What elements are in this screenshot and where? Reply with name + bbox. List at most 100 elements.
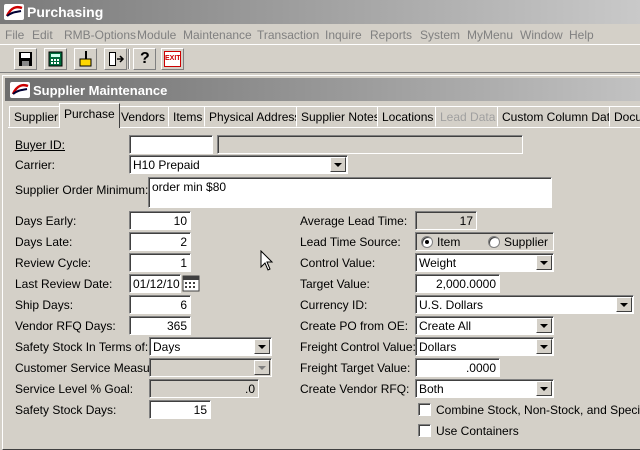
safety-stock-days-input[interactable]: 15 — [149, 400, 211, 419]
carrier-value: H10 Prepaid — [133, 158, 200, 172]
tab-vendors[interactable]: Vendors — [116, 106, 171, 127]
freight-control-value-value: Dollars — [419, 340, 457, 354]
freight-target-value-input[interactable]: .0000 — [415, 358, 500, 377]
menu-inquire[interactable]: Inquire — [325, 28, 362, 42]
chevron-down-icon[interactable] — [330, 157, 346, 172]
target-value-input[interactable]: 2,000.0000 — [415, 274, 500, 293]
combine-stock-checkbox[interactable] — [418, 403, 431, 416]
calendar-icon[interactable] — [182, 275, 200, 292]
window-title-bar: Supplier Maintenance — [5, 78, 640, 101]
days-early-input[interactable]: 10 — [129, 211, 191, 230]
exit-icon-label: EXIT — [165, 55, 181, 62]
menu-reports[interactable]: Reports — [370, 28, 412, 42]
calculator-button[interactable] — [44, 48, 67, 70]
create-po-from-oe-label: Create PO from OE: — [300, 319, 409, 333]
review-cycle-input[interactable]: 1 — [129, 253, 191, 272]
last-review-date-input[interactable]: 01/12/10 — [129, 274, 181, 293]
chevron-down-icon[interactable] — [254, 339, 270, 354]
currency-id-label: Currency ID: — [300, 298, 368, 312]
buyer-id-input[interactable] — [129, 135, 213, 154]
carrier-label: Carrier: — [15, 158, 56, 172]
buyer-id-label: Buyer ID: — [15, 138, 66, 152]
help-button[interactable]: ? — [133, 48, 156, 70]
lead-time-source-label: Lead Time Source: — [300, 235, 401, 249]
ship-days-input[interactable]: 6 — [129, 295, 191, 314]
average-lead-time-label: Average Lead Time: — [300, 214, 408, 228]
control-value-label: Control Value: — [300, 256, 376, 270]
currency-id-select[interactable]: U.S. Dollars — [415, 295, 634, 314]
review-cycle-label: Review Cycle: — [15, 256, 92, 270]
menu-module[interactable]: Module — [137, 28, 176, 42]
save-icon — [19, 52, 32, 66]
clear-icon — [79, 51, 92, 67]
exit-door-icon — [109, 52, 125, 66]
freight-target-value-label: Freight Target Value: — [300, 361, 411, 375]
tab-physical-address[interactable]: Physical Address — [204, 106, 306, 127]
days-late-label: Days Late: — [15, 235, 73, 249]
chevron-down-icon — [254, 360, 270, 375]
safety-stock-terms-select[interactable]: Days — [149, 337, 272, 356]
service-level-goal-input: .0 — [149, 379, 259, 398]
vendor-rfq-days-input[interactable]: 365 — [129, 316, 191, 335]
chevron-down-icon[interactable] — [536, 381, 552, 396]
use-containers-label: Use Containers — [436, 424, 519, 438]
create-po-from-oe-select[interactable]: Create All — [415, 316, 554, 335]
save-button[interactable] — [14, 48, 37, 70]
freight-control-value-select[interactable]: Dollars — [415, 337, 554, 356]
order-minimum-textarea[interactable]: order min $80 — [148, 177, 552, 208]
lead-time-source-supplier-label: Supplier — [504, 235, 549, 249]
vendor-rfq-days-label: Vendor RFQ Days: — [15, 319, 116, 333]
lead-time-source-item-radio[interactable] — [421, 236, 433, 248]
chevron-down-icon[interactable] — [536, 318, 552, 333]
tab-custom-column-data[interactable]: Custom Column Data — [497, 106, 622, 127]
create-vendor-rfq-select[interactable]: Both — [415, 379, 554, 398]
mouse-cursor-icon — [260, 250, 274, 271]
menu-bar: File Edit RMB-Options Module Maintenance… — [0, 24, 640, 45]
days-late-input[interactable]: 2 — [129, 232, 191, 251]
menu-rmb-options[interactable]: RMB-Options — [64, 28, 136, 42]
exit-icon: EXIT — [164, 51, 181, 67]
menu-transaction[interactable]: Transaction — [257, 28, 319, 42]
tab-purchase[interactable]: Purchase — [59, 103, 120, 128]
menu-maintenance[interactable]: Maintenance — [183, 28, 252, 42]
lead-time-source-item-label: Item — [437, 235, 461, 249]
create-vendor-rfq-value: Both — [419, 382, 444, 396]
exit-button[interactable]: EXIT — [161, 48, 184, 70]
tab-documents[interactable]: Docu — [609, 106, 640, 127]
last-review-date-label: Last Review Date: — [15, 277, 113, 291]
menu-mymenu[interactable]: MyMenu — [467, 28, 513, 42]
tab-items[interactable]: Items — [168, 106, 208, 127]
menu-window[interactable]: Window — [520, 28, 563, 42]
freight-control-value-label: Freight Control Value: — [300, 340, 416, 354]
safety-stock-terms-value: Days — [153, 340, 181, 354]
tab-locations[interactable]: Locations — [377, 106, 439, 127]
app-title-bar: Purchasing — [0, 0, 640, 24]
average-lead-time-field: 17 — [415, 211, 477, 230]
chevron-down-icon[interactable] — [536, 339, 552, 354]
create-po-from-oe-value: Create All — [419, 319, 472, 333]
service-level-goal-label: Service Level % Goal: — [15, 382, 134, 396]
chevron-down-icon[interactable] — [536, 255, 552, 270]
window-logo-icon — [10, 82, 30, 98]
toolbar: ? EXIT — [0, 46, 640, 73]
clear-button[interactable] — [74, 48, 97, 70]
menu-system[interactable]: System — [420, 28, 460, 42]
buyer-name-field — [217, 135, 523, 154]
ship-days-label: Ship Days: — [15, 298, 74, 312]
control-value-select[interactable]: Weight — [415, 253, 554, 272]
menu-file[interactable]: File — [5, 28, 24, 42]
use-containers-checkbox[interactable] — [418, 424, 431, 437]
carrier-select[interactable]: H10 Prepaid — [129, 155, 348, 174]
chevron-down-icon[interactable] — [616, 297, 632, 312]
target-value-label: Target Value: — [300, 277, 370, 291]
tab-supplier[interactable]: Supplier — [9, 106, 64, 127]
customer-service-measure-label: Customer Service Measure: — [15, 361, 164, 375]
menu-help[interactable]: Help — [569, 28, 594, 42]
window-title: Supplier Maintenance — [33, 83, 168, 98]
exit-door-button[interactable] — [104, 48, 127, 70]
app-logo-icon — [4, 4, 24, 20]
tab-supplier-notes[interactable]: Supplier Notes — [296, 106, 385, 127]
lead-time-source-supplier-radio[interactable] — [488, 236, 500, 248]
menu-edit[interactable]: Edit — [32, 28, 53, 42]
toolbar-separator — [128, 49, 130, 69]
